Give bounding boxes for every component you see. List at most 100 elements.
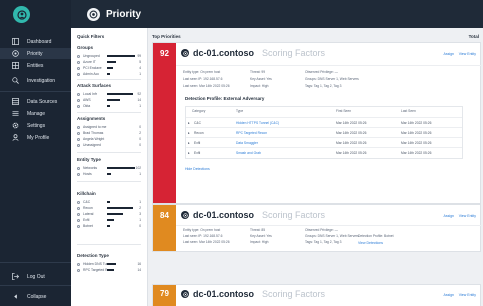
detections-table: Category Type First Seen Last Seen ▸ C&C… [185, 106, 463, 159]
assign-link[interactable]: Assign [443, 52, 454, 56]
sidebar: Dashboard Priority Entities Investigatio… [0, 0, 71, 306]
sidebar-item-data-sources[interactable]: Data Sources [0, 96, 71, 107]
filter-label: Lateral [83, 212, 94, 216]
filter-checkbox[interactable] [77, 60, 80, 64]
scoring-factors-label: Scoring Factors [262, 48, 326, 58]
expand-caret-icon[interactable]: ▸ [188, 121, 190, 125]
filter-count: 4 [139, 66, 141, 70]
sidebar-item-manage[interactable]: Manage [0, 108, 71, 119]
filter-count: 2 [139, 206, 141, 210]
entity-hostname[interactable]: dc-01.contoso [193, 48, 254, 58]
view-detections-link[interactable]: View Detections [358, 241, 383, 245]
sidebar-item-label: Manage [27, 110, 46, 117]
filter-checkbox[interactable] [77, 72, 80, 76]
filter-checkbox[interactable] [77, 218, 80, 222]
filter-checkbox[interactable] [77, 92, 80, 96]
expand-caret-icon[interactable]: ▸ [188, 151, 190, 155]
filter-label: RPC Targeted Recon [83, 268, 107, 272]
sidebar-item-my-profile[interactable]: My Profile [0, 132, 71, 143]
table-row[interactable]: ▸ Exfil Data Smuggler Mar 14th 2022 05:2… [186, 137, 462, 147]
filter-option[interactable]: Okta 1 [77, 103, 141, 109]
filter-checkbox[interactable] [77, 268, 80, 272]
row-first-seen: Mar 14th 2022 05:26 [336, 141, 367, 145]
hide-detections-link[interactable]: Hide Detections [185, 167, 210, 171]
row-type-link[interactable]: RPC Targeted Recon [236, 131, 267, 135]
expand-caret-icon[interactable]: ▸ [188, 141, 190, 145]
sliders-icon [12, 110, 19, 117]
filter-checkbox[interactable] [77, 137, 80, 141]
view-entity-link[interactable]: View Entity [459, 293, 476, 297]
quick-filters-title: Quick Filters [77, 34, 105, 39]
card-title: dc-01.contoso Scoring Factors [181, 289, 325, 299]
filter-checkbox[interactable] [77, 262, 80, 266]
sidebar-item-priority[interactable]: Priority [0, 48, 71, 59]
card-title: dc-01.contoso Scoring Factors [181, 210, 325, 220]
tags: Tags: Tag 1, Tag 2, Tag 3 [305, 84, 342, 88]
assign-link[interactable]: Assign [443, 214, 454, 218]
filter-checkbox[interactable] [77, 131, 80, 135]
filter-option[interactable]: Unassigned 0 [77, 142, 141, 148]
row-type-link[interactable]: Data Smuggler [236, 141, 258, 145]
logout-button[interactable]: Log Out [0, 271, 71, 282]
sidebar-item-investigation[interactable]: Investigation [0, 75, 71, 86]
collapse-button[interactable]: Collapse [0, 291, 71, 302]
filter-label: Azure IT [83, 60, 96, 64]
entity-hostname[interactable]: dc-01.contoso [193, 210, 254, 220]
sidebar-item-label: My Profile [27, 134, 50, 141]
filter-section-title: Killchain [77, 191, 96, 196]
groups: Groups: DNS Server 1, Web Servers [305, 234, 359, 238]
threat-score: 79 [153, 285, 176, 306]
tags: Tags: Tag 1, Tag 2, Tag 3 [305, 240, 342, 244]
view-entity-link[interactable]: View Entity [459, 52, 476, 56]
expand-caret-icon[interactable]: ▸ [188, 131, 190, 135]
entity-type: Entity type: On prem host [183, 70, 221, 74]
filter-label: Unassigned [83, 143, 101, 147]
filter-checkbox[interactable] [77, 224, 80, 228]
page-header: Priority [71, 0, 483, 28]
filter-label: Angela Wright [83, 137, 105, 141]
app-logo[interactable] [13, 6, 30, 23]
column-header: Type [236, 109, 244, 113]
filter-divider [77, 181, 141, 182]
filter-label: Brad Thomas [83, 131, 104, 135]
filter-checkbox[interactable] [77, 98, 80, 102]
sidebar-item-dashboard[interactable]: Dashboard [0, 36, 71, 47]
table-row[interactable]: ▸ Exfil Smash and Grab Mar 14th 2022 05:… [186, 147, 462, 157]
filter-divider [77, 152, 141, 153]
sidebar-item-entities[interactable]: Entities [0, 60, 71, 71]
filter-checkbox[interactable] [77, 172, 80, 176]
filter-label: Recon [83, 206, 93, 210]
sidebar-item-settings[interactable]: Settings [0, 120, 71, 131]
filter-section-title: Groups [77, 45, 94, 50]
table-row[interactable]: ▸ Recon RPC Targeted Recon Mar 14th 2022… [186, 127, 462, 137]
filter-checkbox[interactable] [77, 166, 80, 170]
row-last-seen: Mar 14th 2022 05:26 [401, 131, 432, 135]
filter-divider [77, 244, 141, 245]
filter-section-title: Detection Type [77, 253, 109, 258]
filter-option[interactable]: Admin Acc 1 [77, 71, 141, 77]
view-entity-link[interactable]: View Entity [459, 214, 476, 218]
filter-option[interactable]: Hosts 1 [77, 171, 141, 177]
row-last-seen: Mar 14th 2022 05:26 [401, 121, 432, 125]
assign-link[interactable]: Assign [443, 293, 454, 297]
filter-option[interactable]: Botnet 0 [77, 223, 141, 229]
filter-checkbox[interactable] [77, 104, 80, 108]
sidebar-item-label: Entities [27, 62, 44, 69]
filter-bar [107, 105, 110, 107]
filter-checkbox[interactable] [77, 66, 80, 70]
detection-profile-title: Detection Profile: Botnet [358, 234, 394, 238]
filter-label: Assigned to me [83, 125, 107, 129]
table-row[interactable]: ▸ C&C Hidden HTTPS Tunnel (C&C) Mar 14th… [186, 117, 462, 127]
filter-checkbox[interactable] [77, 54, 80, 58]
filter-checkbox[interactable] [77, 212, 80, 216]
filter-bar [107, 219, 114, 221]
filter-checkbox[interactable] [77, 206, 80, 210]
entity-hostname[interactable]: dc-01.contoso [193, 289, 254, 299]
row-type-link[interactable]: Smash and Grab [236, 151, 261, 155]
row-first-seen: Mar 14th 2022 05:26 [336, 121, 367, 125]
filter-checkbox[interactable] [77, 143, 80, 147]
filter-checkbox[interactable] [77, 200, 80, 204]
filter-option[interactable]: RPC Targeted Recon 14 [77, 267, 141, 273]
row-type-link[interactable]: Hidden HTTPS Tunnel (C&C) [236, 121, 279, 125]
filter-checkbox[interactable] [77, 125, 80, 129]
